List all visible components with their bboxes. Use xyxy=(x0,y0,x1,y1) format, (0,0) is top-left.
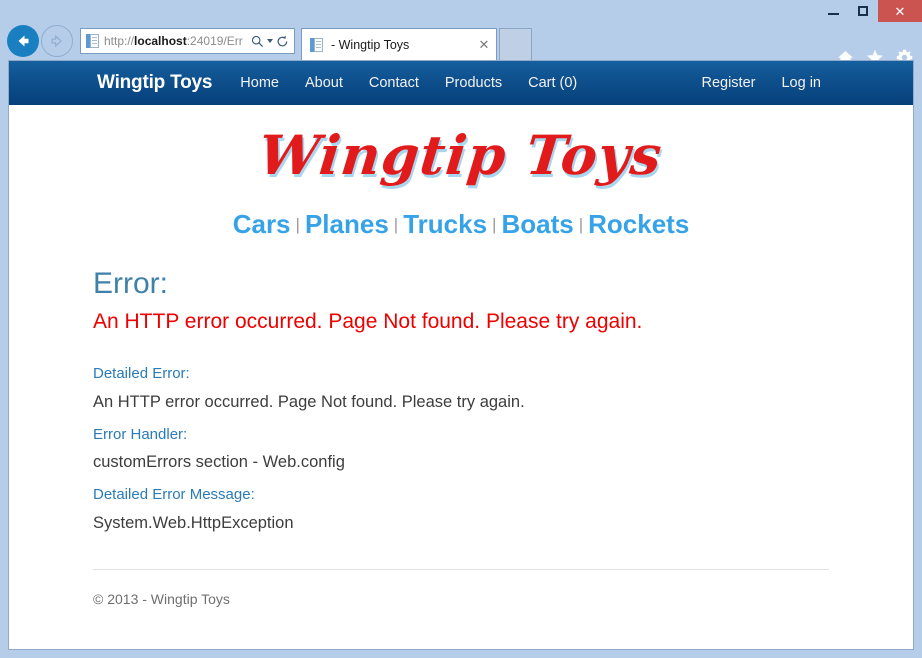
detailed-error-message-label[interactable]: Detailed Error Message: xyxy=(93,486,829,505)
category-link-trucks[interactable]: Trucks xyxy=(403,209,487,239)
chevron-down-icon[interactable] xyxy=(267,39,273,43)
category-link-planes[interactable]: Planes xyxy=(305,209,389,239)
page-document-icon xyxy=(86,33,100,49)
site-logo-wrap: Wingtip Toys xyxy=(9,105,913,187)
forward-button[interactable] xyxy=(41,25,73,57)
site-brand[interactable]: Wingtip Toys xyxy=(97,72,212,94)
detailed-error-message-value: System.Web.HttpException xyxy=(93,513,829,534)
address-bar-icons xyxy=(251,35,291,48)
url-host: localhost xyxy=(134,34,187,48)
category-link-cars[interactable]: Cars xyxy=(233,209,291,239)
minimize-button[interactable] xyxy=(818,0,848,22)
tab-title: - Wingtip Toys xyxy=(331,38,476,52)
site-navbar: Wingtip Toys Home About Contact Products… xyxy=(9,61,913,105)
category-links: Cars|Planes|Trucks|Boats|Rockets xyxy=(9,209,913,240)
browser-window: ✕ http://localhost:24019/Err xyxy=(0,0,922,658)
maximize-icon xyxy=(858,6,868,16)
category-separator: | xyxy=(574,215,588,234)
page-footer: © 2013 - Wingtip Toys xyxy=(93,591,829,607)
nav-link-register[interactable]: Register xyxy=(701,75,755,91)
title-bar: ✕ xyxy=(0,0,922,22)
error-content: Error: An HTTP error occurred. Page Not … xyxy=(9,266,913,607)
error-message: An HTTP error occurred. Page Not found. … xyxy=(93,308,829,335)
forward-arrow-icon xyxy=(49,33,65,49)
minimize-icon xyxy=(828,13,839,15)
category-separator: | xyxy=(389,215,403,234)
nav-link-products[interactable]: Products xyxy=(445,75,502,91)
error-handler-label[interactable]: Error Handler: xyxy=(93,426,829,445)
nav-link-contact[interactable]: Contact xyxy=(369,75,419,91)
back-button[interactable] xyxy=(7,25,39,57)
category-link-boats[interactable]: Boats xyxy=(501,209,573,239)
address-bar[interactable]: http://localhost:24019/Err xyxy=(80,28,295,54)
nav-link-home[interactable]: Home xyxy=(240,75,279,91)
category-separator: | xyxy=(291,215,305,234)
detailed-error-value: An HTTP error occurred. Page Not found. … xyxy=(93,392,829,413)
error-handler-value: customErrors section - Web.config xyxy=(93,452,829,473)
site-nav-links: Home About Contact Products Cart (0) xyxy=(240,75,577,91)
category-separator: | xyxy=(487,215,501,234)
url-path: :24019/Err xyxy=(187,34,243,48)
site-logo[interactable]: Wingtip Toys xyxy=(256,123,666,187)
url-text: http://localhost:24019/Err xyxy=(104,29,251,53)
url-scheme: http:// xyxy=(104,34,134,48)
nav-link-login[interactable]: Log in xyxy=(781,75,821,91)
nav-link-cart[interactable]: Cart (0) xyxy=(528,75,577,91)
back-arrow-icon xyxy=(14,32,32,50)
page-body: Wingtip Toys Cars|Planes|Trucks|Boats|Ro… xyxy=(9,105,913,607)
footer-divider xyxy=(93,569,829,570)
page-viewport: Wingtip Toys Home About Contact Products… xyxy=(8,60,914,650)
close-button[interactable]: ✕ xyxy=(878,0,922,22)
browser-tab[interactable]: - Wingtip Toys ✕ xyxy=(301,28,497,60)
browser-toolbar: http://localhost:24019/Err - Wingtip Toy… xyxy=(0,22,922,60)
refresh-icon[interactable] xyxy=(276,35,289,48)
category-link-rockets[interactable]: Rockets xyxy=(588,209,689,239)
maximize-button[interactable] xyxy=(848,0,878,22)
new-tab-button[interactable] xyxy=(499,28,532,60)
search-icon[interactable] xyxy=(251,35,264,48)
tab-close-icon[interactable]: ✕ xyxy=(476,37,492,53)
detailed-error-label[interactable]: Detailed Error: xyxy=(93,365,829,384)
nav-link-about[interactable]: About xyxy=(305,75,343,91)
close-icon: ✕ xyxy=(895,5,906,18)
error-title: Error: xyxy=(93,266,829,302)
tab-page-icon xyxy=(310,37,324,53)
window-controls: ✕ xyxy=(818,0,922,22)
site-nav-account-links: Register Log in xyxy=(701,75,821,91)
